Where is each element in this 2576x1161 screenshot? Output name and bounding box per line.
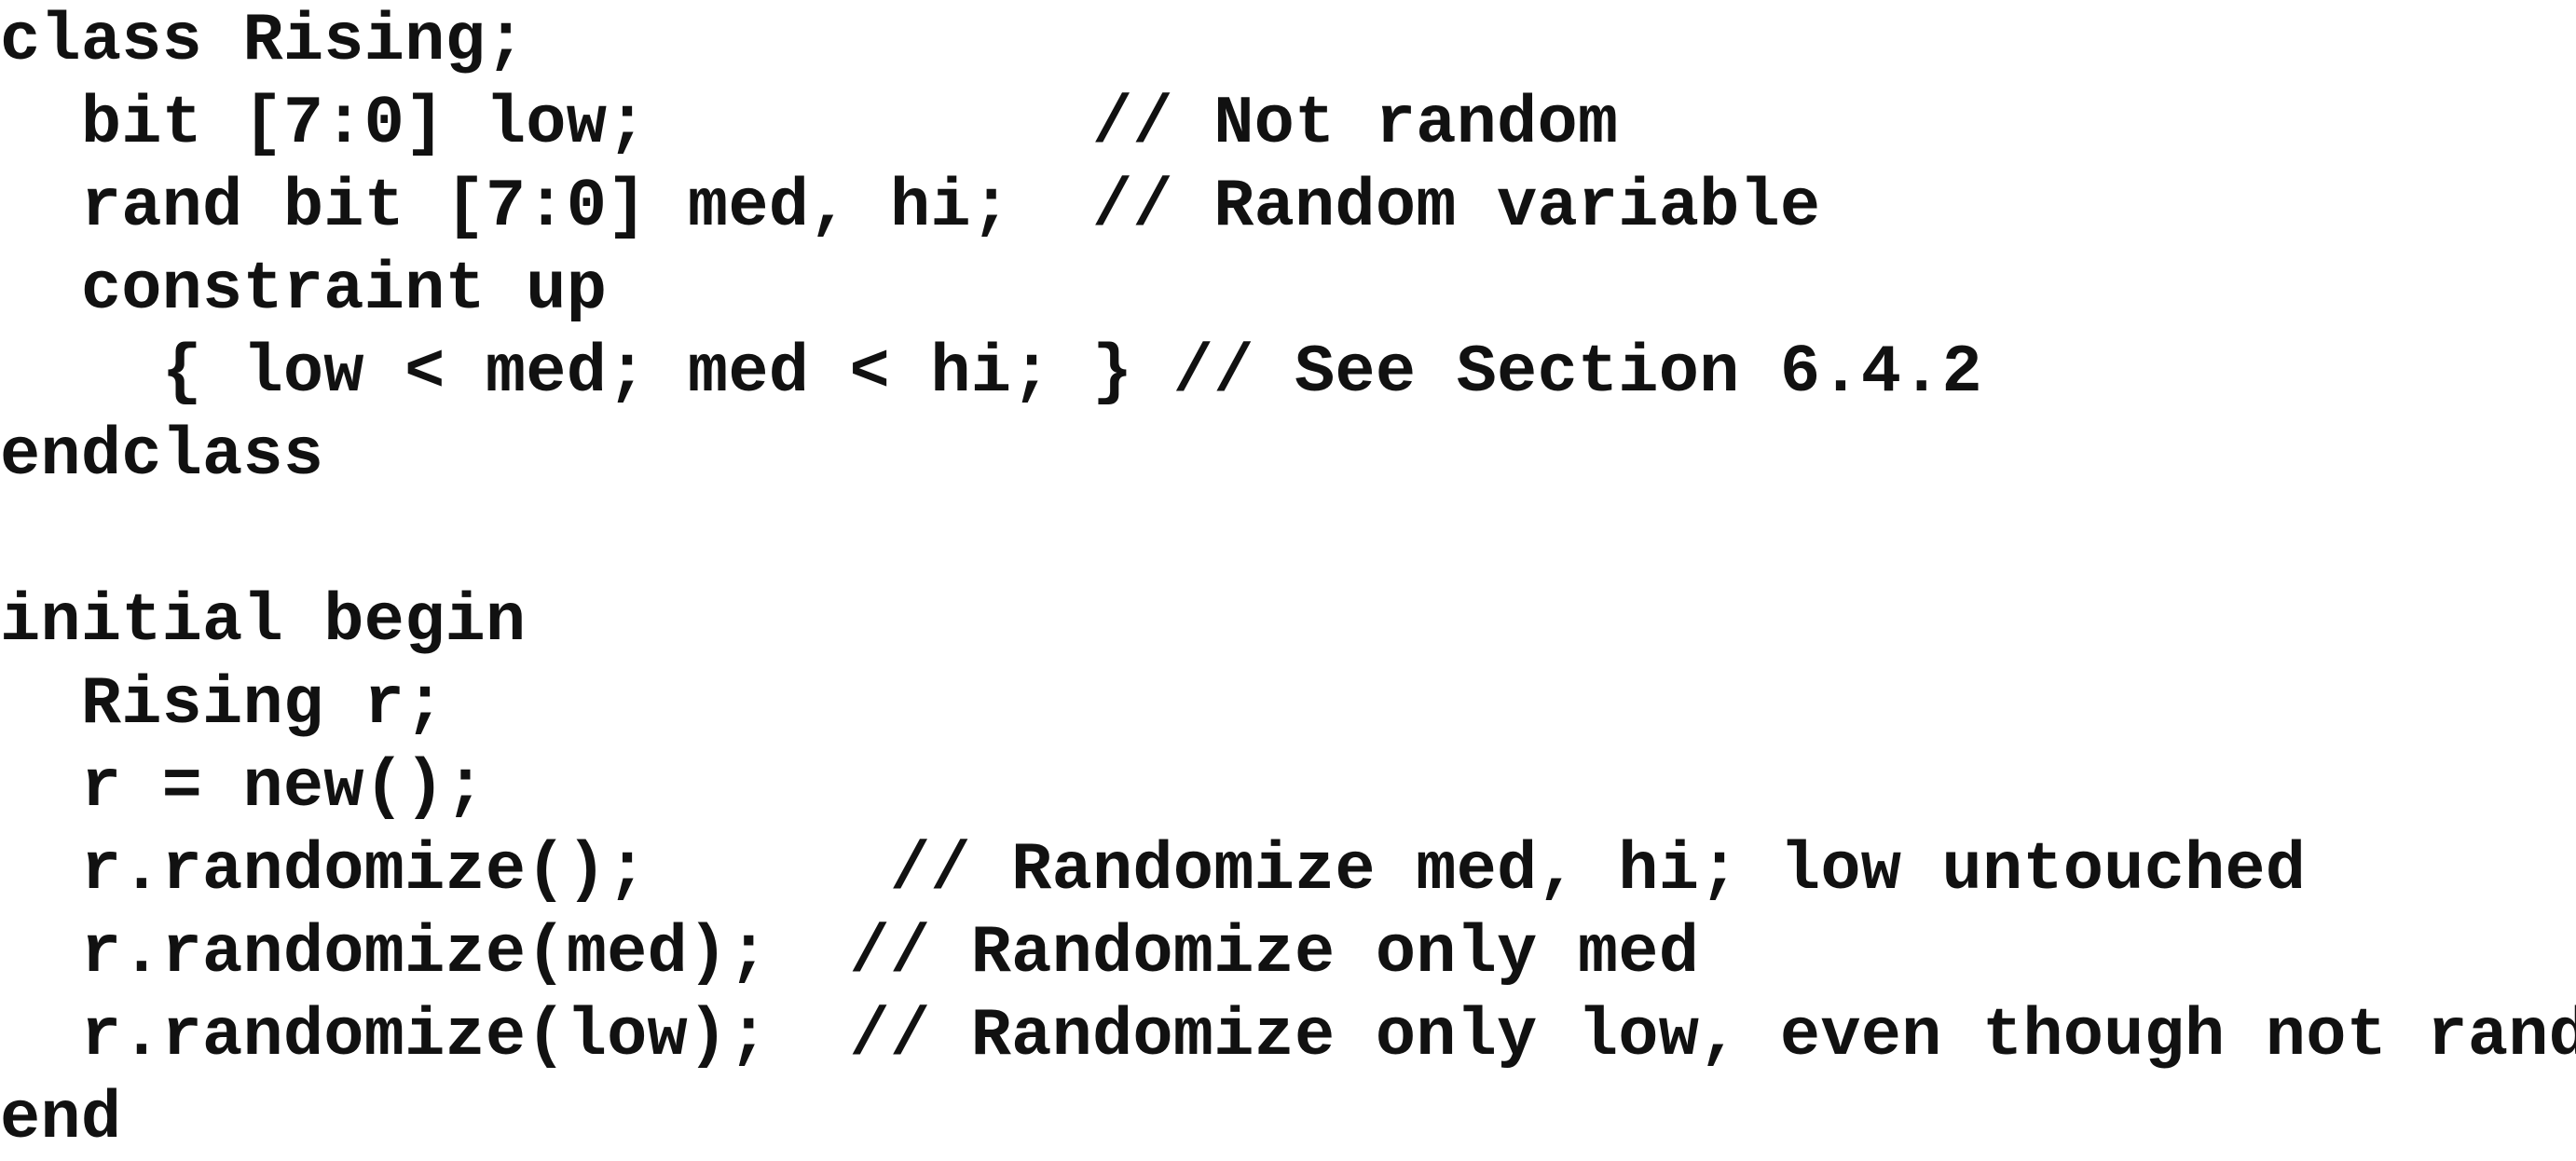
code-line-constraint-body: { low < med; med < hi; } // See Section … <box>0 335 1982 411</box>
code-line-rand-decl: rand bit [7:0] med, hi; // Random variab… <box>0 169 1821 245</box>
code-line-class-decl: class Rising; <box>0 3 527 79</box>
code-line-endclass: endclass <box>0 417 324 494</box>
code-line-randomize-low: r.randomize(low); // Randomize only low,… <box>0 998 2576 1074</box>
code-listing: class Rising; bit [7:0] low; // Not rand… <box>0 0 2576 1157</box>
code-line-initial-begin: initial begin <box>0 583 527 660</box>
code-line-end: end <box>0 1081 122 1157</box>
code-line-randomize-med: r.randomize(med); // Randomize only med <box>0 915 1700 991</box>
code-line-constraint: constraint up <box>0 252 608 328</box>
code-line-randomize-all: r.randomize(); // Randomize med, hi; low… <box>0 832 2307 908</box>
code-line-new: r = new(); <box>0 749 486 826</box>
code-line-low-decl: bit [7:0] low; // Not random <box>0 86 1619 162</box>
code-line-handle-decl: Rising r; <box>0 666 445 743</box>
